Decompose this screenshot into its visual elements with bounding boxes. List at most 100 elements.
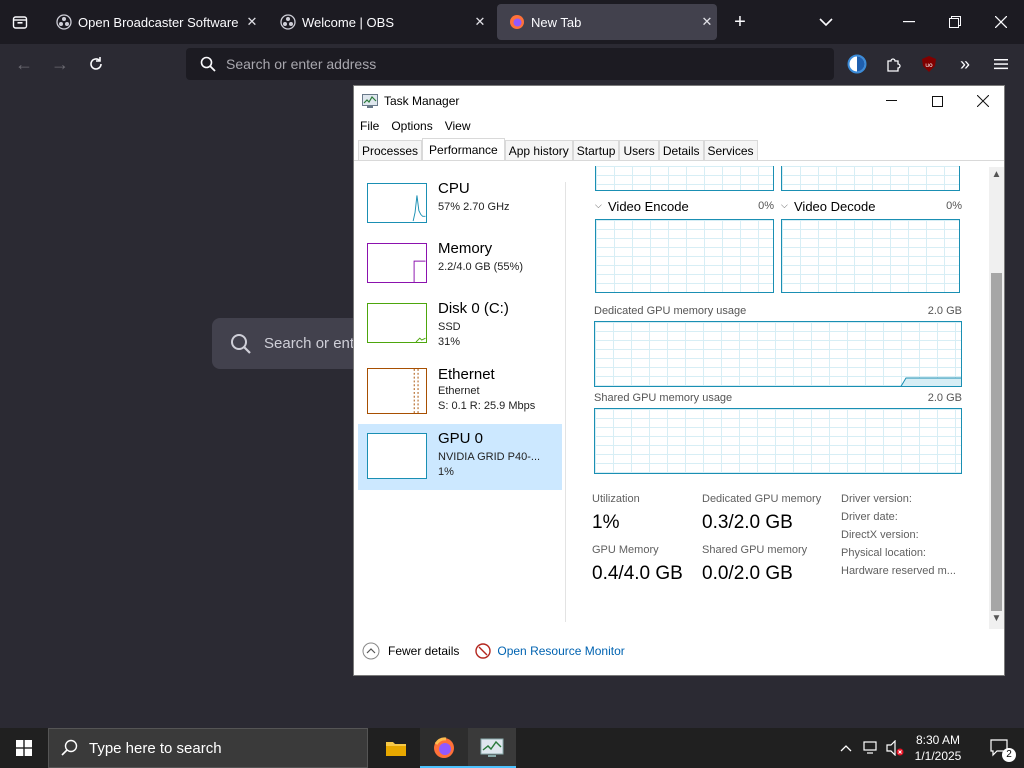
video-decode-percent: 0% bbox=[946, 200, 962, 212]
chevron-down-icon[interactable]: ⌵ bbox=[781, 200, 788, 211]
newtab-search-placeholder: Search or ent bbox=[264, 335, 355, 352]
minimize-icon[interactable] bbox=[868, 86, 914, 116]
sidebar-item-gpu[interactable]: GPU 0 NVIDIA GRID P40-... 1% bbox=[358, 424, 562, 490]
window-title: Task Manager bbox=[384, 94, 460, 108]
driver-version-label: Driver version: bbox=[841, 493, 912, 505]
restore-window-icon[interactable] bbox=[940, 8, 970, 36]
task-manager-icon bbox=[480, 738, 504, 757]
fewer-details-link[interactable]: Fewer details bbox=[388, 644, 459, 658]
ethernet-thumbnail-graph bbox=[367, 368, 427, 414]
shared-memory-value: 0.0/2.0 GB bbox=[702, 563, 793, 584]
chevron-down-icon[interactable]: ⌵ bbox=[595, 200, 602, 211]
obs-favicon-icon bbox=[280, 14, 296, 30]
memory-thumbnail-graph bbox=[367, 243, 427, 283]
sidebar-item-cpu[interactable]: CPU 57% 2.70 GHz bbox=[358, 174, 562, 240]
firefox-icon bbox=[434, 737, 454, 758]
sidebar-detail-2: 31% bbox=[438, 336, 461, 348]
contrast-extension-icon[interactable] bbox=[844, 50, 870, 78]
sidebar-name: Disk 0 (C:) bbox=[438, 300, 509, 317]
show-hidden-icons-chevron-icon[interactable] bbox=[836, 728, 856, 768]
dedicated-memory-value: 0.3/2.0 GB bbox=[702, 512, 793, 533]
video-encode-graph bbox=[595, 219, 774, 293]
cpu-thumbnail-graph bbox=[367, 183, 427, 223]
volume-muted-icon[interactable] bbox=[884, 728, 906, 768]
notification-center-button[interactable]: 2 bbox=[976, 728, 1024, 768]
tab-details[interactable]: Details bbox=[658, 140, 704, 160]
address-bar[interactable]: Search or enter address bbox=[186, 48, 834, 80]
system-clock[interactable]: 8:30 AM 1/1/2025 bbox=[908, 732, 968, 764]
close-tab-icon[interactable]: ✕ bbox=[470, 14, 490, 30]
start-button[interactable] bbox=[0, 728, 48, 768]
taskbar-search-placeholder: Type here to search bbox=[89, 739, 222, 757]
gpu-thumbnail-graph bbox=[367, 433, 427, 479]
close-icon[interactable] bbox=[960, 86, 1006, 116]
maximize-icon[interactable] bbox=[914, 86, 960, 116]
taskbar-search-box[interactable]: Type here to search bbox=[48, 728, 368, 768]
forward-arrow-icon[interactable]: → bbox=[46, 50, 74, 78]
more-tools-chevron-icon[interactable]: » bbox=[952, 50, 978, 78]
ublock-origin-icon[interactable]: uo bbox=[916, 50, 942, 78]
sidebar-name: Memory bbox=[438, 240, 493, 257]
browser-tab-bar: Open Broadcaster Software | OB ✕ Welcome… bbox=[0, 0, 1024, 44]
reload-icon[interactable] bbox=[82, 50, 110, 78]
back-arrow-icon[interactable]: ← bbox=[10, 50, 38, 78]
driver-date-label: Driver date: bbox=[841, 511, 898, 523]
dedicated-memory-label: Dedicated GPU memory bbox=[702, 493, 822, 505]
taskbar-firefox[interactable] bbox=[420, 728, 468, 768]
sidebar-item-ethernet[interactable]: Ethernet Ethernet S: 0.1 R: 25.9 Mbps bbox=[358, 360, 562, 426]
taskbar-file-explorer[interactable] bbox=[372, 728, 420, 768]
menu-file[interactable]: File bbox=[354, 116, 385, 136]
tab-separator bbox=[354, 160, 1004, 161]
task-manager-footer: Fewer details Open Resource Monitor bbox=[354, 636, 1004, 666]
video-encode-percent: 0% bbox=[758, 200, 774, 212]
new-tab-plus-icon[interactable]: + bbox=[728, 8, 752, 36]
list-all-tabs-chevron-icon[interactable] bbox=[814, 8, 838, 36]
minimize-window-icon[interactable] bbox=[894, 8, 924, 36]
menu-options[interactable]: Options bbox=[385, 116, 438, 136]
sidebar-detail-2: S: 0.1 R: 25.9 Mbps bbox=[438, 400, 536, 412]
menu-view[interactable]: View bbox=[439, 116, 477, 136]
sidebar-item-memory[interactable]: Memory 2.2/4.0 GB (55%) bbox=[358, 234, 562, 300]
scrollbar-thumb[interactable] bbox=[991, 273, 1002, 611]
directx-version-label: DirectX version: bbox=[841, 529, 919, 541]
extensions-puzzle-icon[interactable] bbox=[880, 50, 906, 78]
app-menu-hamburger-icon[interactable] bbox=[988, 50, 1014, 78]
fewer-details-chevron-icon[interactable] bbox=[362, 642, 380, 660]
tab-title: New Tab bbox=[531, 14, 582, 30]
vertical-scrollbar[interactable]: ▲ ▼ bbox=[989, 167, 1004, 629]
taskbar-task-manager[interactable] bbox=[468, 728, 516, 768]
sidebar-detail: 57% 2.70 GHz bbox=[438, 201, 510, 213]
search-icon bbox=[61, 739, 79, 757]
svg-text:uo: uo bbox=[925, 62, 933, 69]
video-decode-label: Video Decode bbox=[794, 199, 876, 214]
scroll-up-icon[interactable]: ▲ bbox=[989, 169, 1004, 183]
open-resource-monitor-link[interactable]: Open Resource Monitor bbox=[497, 644, 624, 658]
tab-startup[interactable]: Startup bbox=[572, 140, 620, 160]
close-tab-icon[interactable]: ✕ bbox=[242, 14, 262, 30]
tab-services[interactable]: Services bbox=[703, 140, 758, 160]
notification-count-badge: 2 bbox=[1002, 748, 1016, 762]
tab-processes[interactable]: Processes bbox=[358, 140, 423, 160]
shared-memory-label: Shared GPU memory bbox=[702, 544, 808, 556]
sidebar-detail-2: 1% bbox=[438, 466, 454, 478]
scroll-down-icon[interactable]: ▼ bbox=[989, 613, 1004, 627]
close-tab-icon[interactable]: ✕ bbox=[697, 14, 717, 30]
browser-tab-new-tab[interactable]: New Tab ✕ bbox=[497, 4, 717, 40]
engine-graph-top-left bbox=[595, 166, 774, 191]
firefox-view-icon[interactable] bbox=[6, 8, 34, 36]
task-manager-window: Task Manager File Options View Processes… bbox=[353, 85, 1005, 676]
sidebar-detail: SSD bbox=[438, 321, 461, 333]
tab-title: Open Broadcaster Software | OB bbox=[78, 14, 242, 30]
menu-bar: File Options View bbox=[354, 116, 477, 136]
browser-tab-welcome-obs[interactable]: Welcome | OBS ✕ bbox=[268, 4, 490, 40]
tab-performance[interactable]: Performance bbox=[422, 138, 505, 160]
sidebar-item-disk[interactable]: Disk 0 (C:) SSD 31% bbox=[358, 294, 562, 360]
dedicated-graph-label: Dedicated GPU memory usage bbox=[594, 305, 747, 317]
close-window-icon[interactable] bbox=[986, 8, 1016, 36]
browser-tab-obs-software[interactable]: Open Broadcaster Software | OB ✕ bbox=[44, 4, 262, 40]
tab-strip: Processes Performance App history Startu… bbox=[358, 138, 758, 160]
tab-app-history[interactable]: App history bbox=[504, 140, 573, 160]
tab-users[interactable]: Users bbox=[619, 140, 659, 160]
network-icon[interactable] bbox=[860, 728, 882, 768]
resource-monitor-icon bbox=[475, 643, 492, 659]
